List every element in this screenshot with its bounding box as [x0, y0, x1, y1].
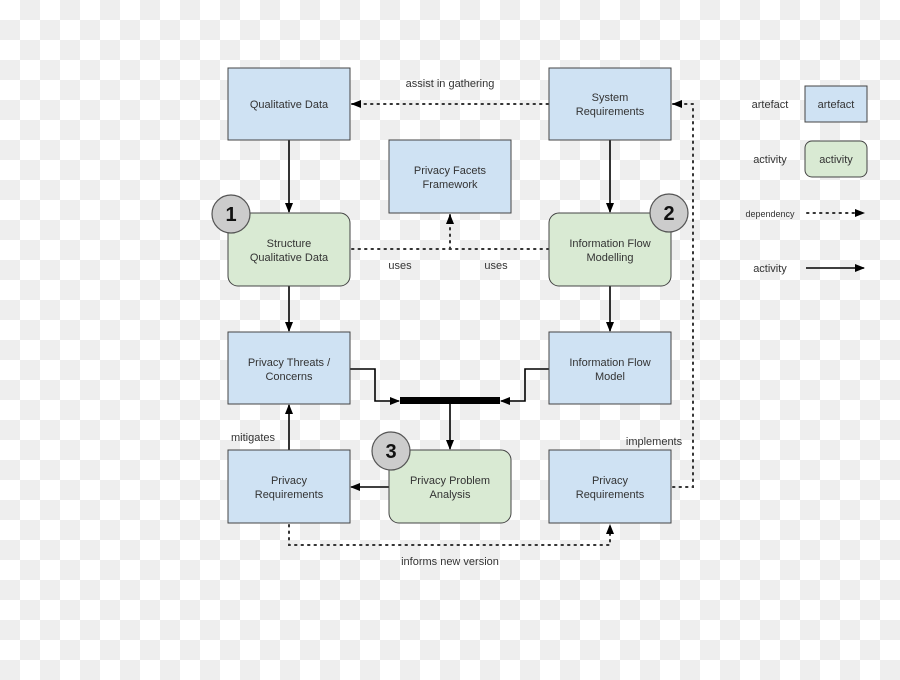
svg-text:activity: activity	[819, 154, 853, 166]
svg-text:Privacy: Privacy	[592, 475, 629, 487]
node-privacy-problem-analysis: Privacy Problem Analysis 3	[371, 431, 512, 524]
arrow-threats-to-join	[350, 368, 400, 405]
legend-artefact-label: artefact	[752, 99, 789, 111]
arrow-model-to-join	[500, 368, 549, 405]
legend-activity-label: activity	[753, 154, 787, 166]
svg-text:Requirements: Requirements	[255, 489, 324, 501]
svg-text:Privacy Problem: Privacy Problem	[410, 475, 490, 487]
svg-text:Qualitative Data: Qualitative Data	[250, 252, 329, 264]
node-information-flow-modelling: Information Flow Modelling 2	[548, 193, 689, 287]
label-informs: informs new version	[401, 556, 499, 568]
svg-text:Requirements: Requirements	[576, 489, 645, 501]
svg-text:Information Flow: Information Flow	[569, 238, 650, 250]
node-privacy-requirements-right: Privacy Requirements	[548, 449, 672, 524]
svg-text:Model: Model	[595, 371, 625, 383]
svg-text:artefact: artefact	[818, 99, 855, 111]
svg-text:Analysis: Analysis	[430, 489, 471, 501]
svg-text:Information Flow: Information Flow	[569, 357, 650, 369]
dep-implements	[672, 100, 694, 488]
svg-text:1: 1	[225, 204, 236, 226]
node-privacy-requirements-left: Privacy Requirements	[227, 449, 351, 524]
label-assist: assist in gathering	[406, 78, 495, 90]
node-qualitative-data: Qualitative Data	[227, 67, 351, 141]
legend-activity-arrow-label: activity	[753, 263, 787, 275]
node-structure-qualitative-data: Structure Qualitative Data 1	[211, 194, 351, 287]
node-privacy-facets-framework: Privacy Facets Framework	[388, 139, 512, 214]
node-privacy-threats: Privacy Threats / Concerns	[227, 331, 351, 405]
label-implements: implements	[626, 436, 683, 448]
label-mitigates: mitigates	[231, 432, 276, 444]
dep-informs-new-version	[288, 524, 614, 546]
legend: artefact artefact activity activity depe…	[745, 85, 868, 275]
legend-dependency-label: dependency	[745, 209, 795, 219]
svg-text:System: System	[592, 92, 629, 104]
svg-text:Concerns: Concerns	[265, 371, 313, 383]
svg-text:3: 3	[385, 441, 396, 463]
svg-text:Modelling: Modelling	[586, 252, 633, 264]
join-bar	[400, 397, 500, 404]
label-uses-left: uses	[388, 260, 412, 272]
svg-text:Framework: Framework	[422, 179, 478, 191]
svg-text:Privacy Threats /: Privacy Threats /	[248, 357, 331, 369]
svg-text:2: 2	[663, 203, 674, 225]
svg-text:Qualitative Data: Qualitative Data	[250, 99, 329, 111]
svg-text:Structure: Structure	[267, 238, 312, 250]
svg-text:Privacy: Privacy	[271, 475, 308, 487]
label-uses-right: uses	[484, 260, 508, 272]
node-information-flow-model: Information Flow Model	[548, 331, 672, 405]
node-system-requirements: System Requirements	[548, 67, 672, 141]
svg-text:Privacy Facets: Privacy Facets	[414, 165, 487, 177]
diagram: assist in gathering uses uses mitigates …	[211, 67, 868, 568]
svg-text:Requirements: Requirements	[576, 106, 645, 118]
